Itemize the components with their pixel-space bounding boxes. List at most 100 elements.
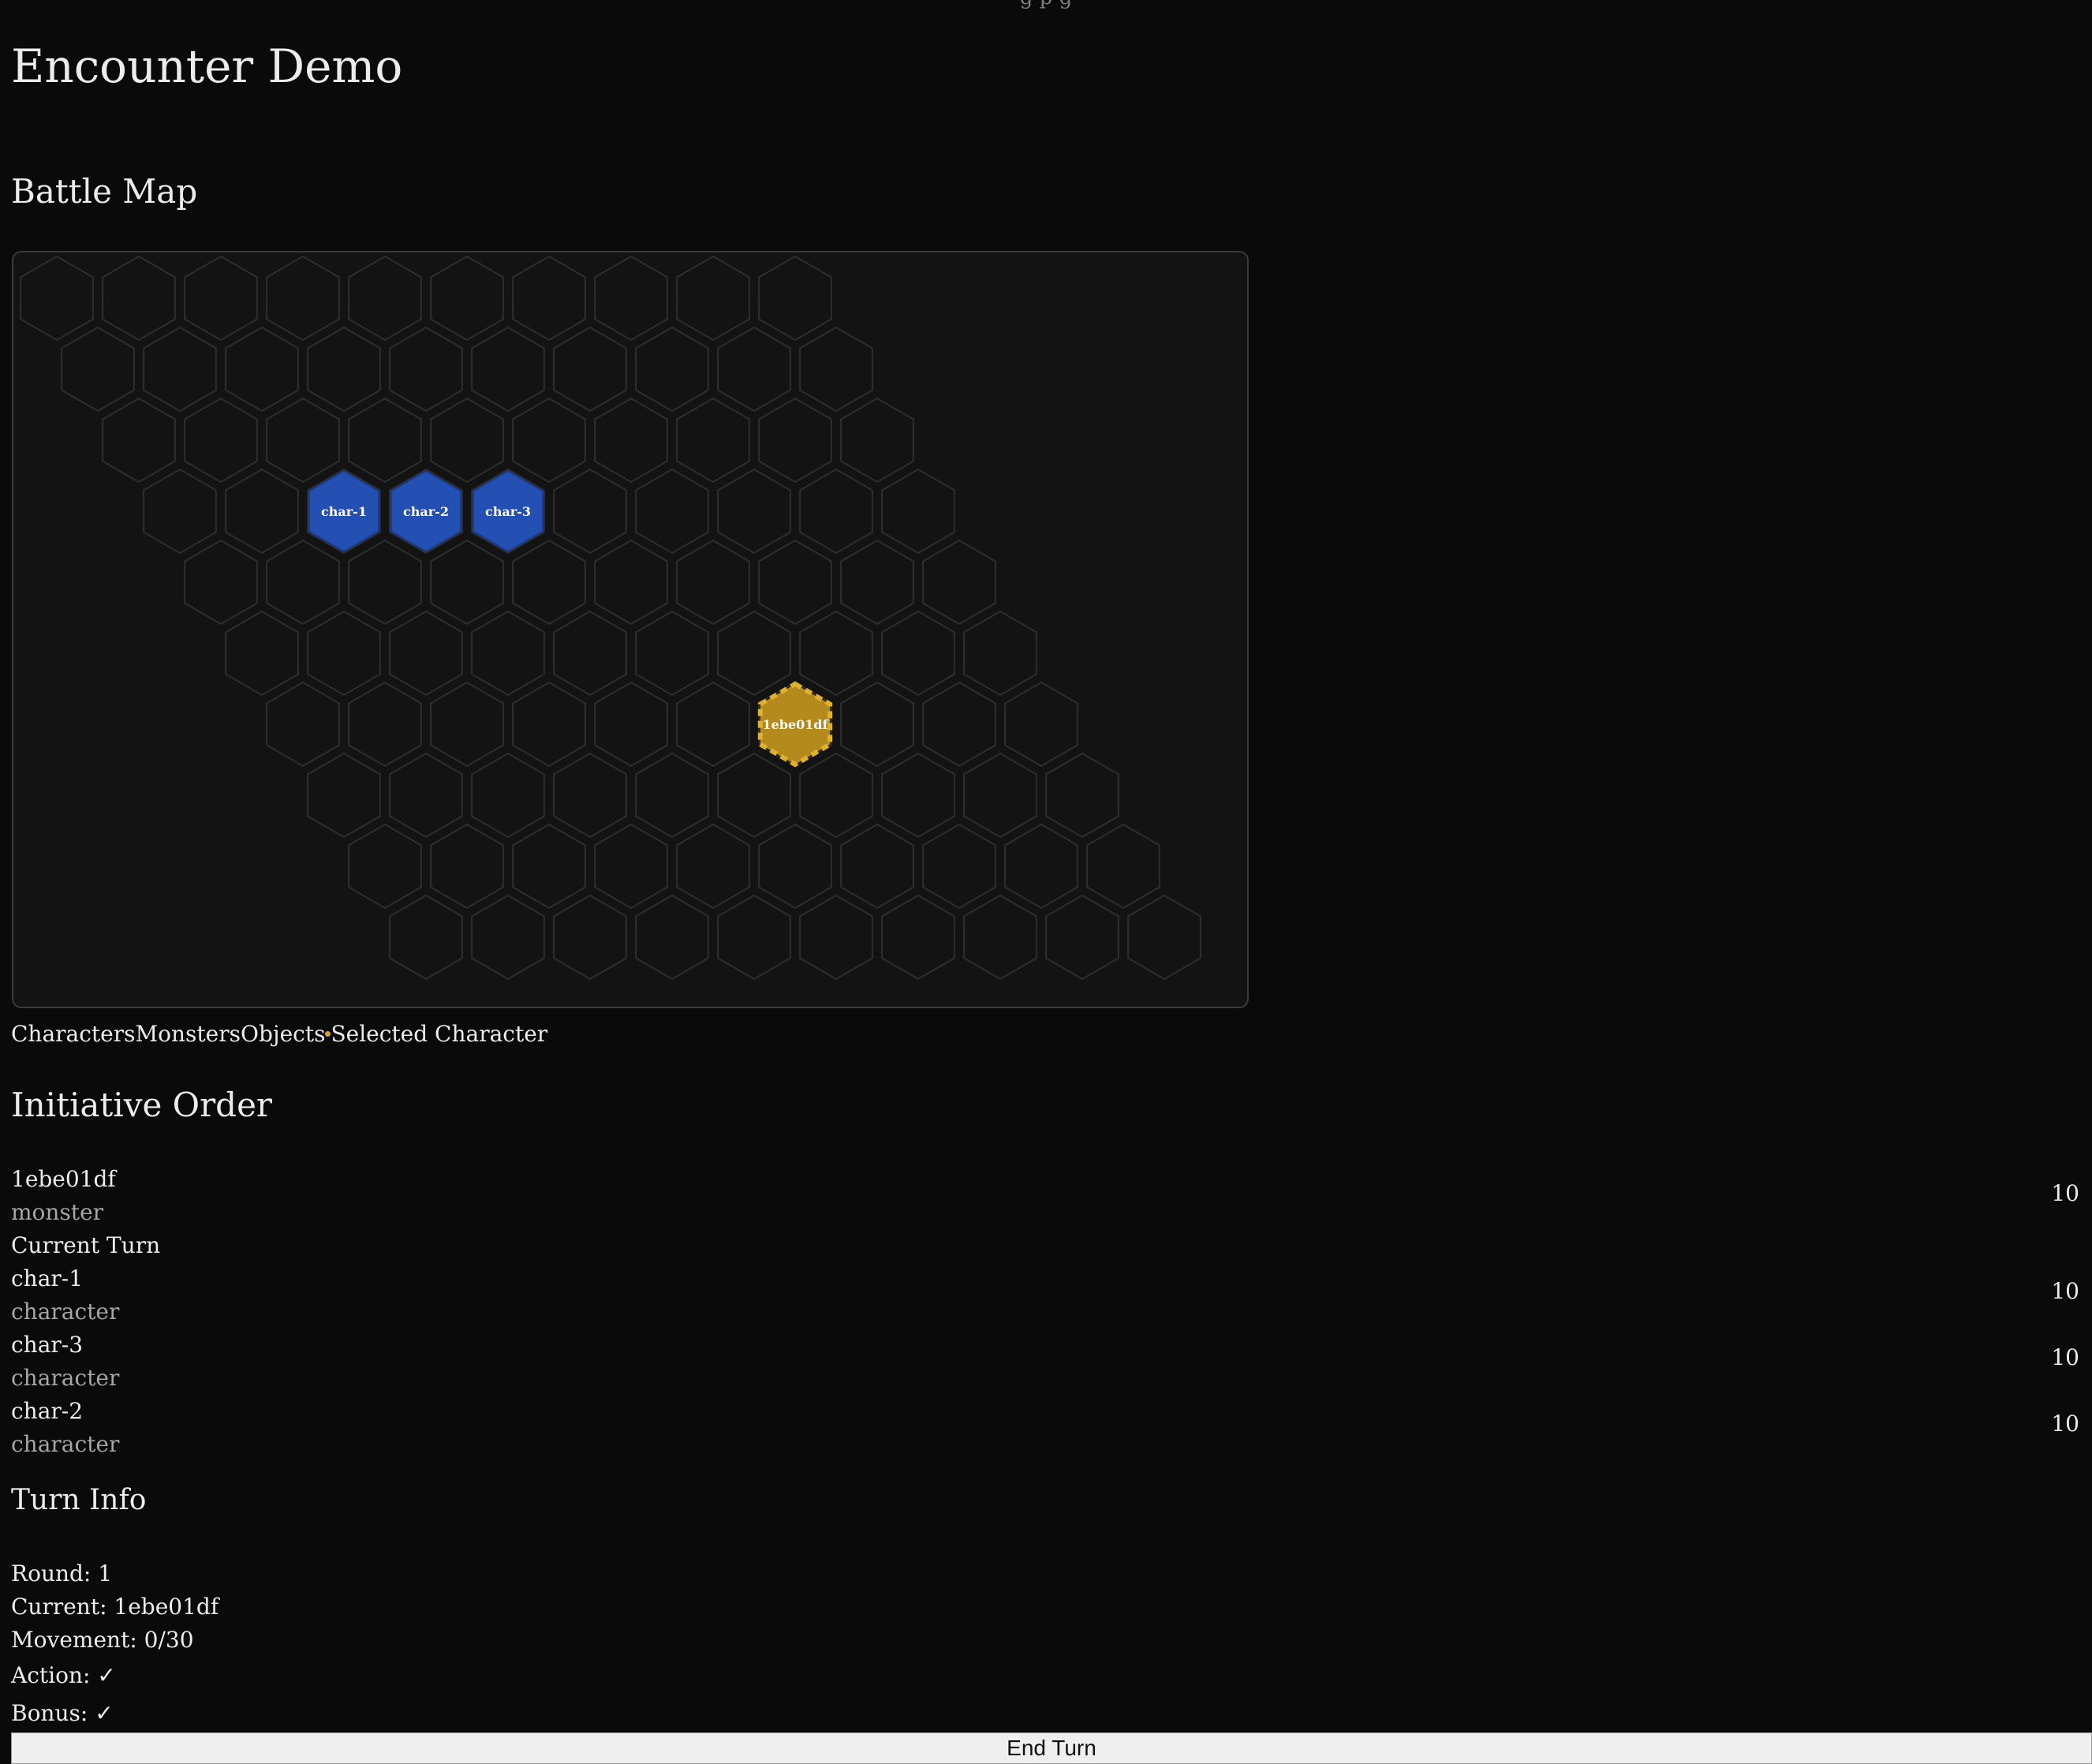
- hex-cell[interactable]: [307, 752, 381, 839]
- hex-cell[interactable]: [553, 752, 627, 839]
- end-turn-button[interactable]: End Turn: [11, 1732, 2092, 1764]
- hex-cell[interactable]: [512, 539, 586, 626]
- hex-cell[interactable]: [553, 468, 627, 555]
- hex-cell[interactable]: [184, 397, 258, 484]
- initiative-entry[interactable]: char-3 character 10: [11, 1329, 2081, 1395]
- hex-cell[interactable]: [922, 539, 996, 626]
- hex-cell[interactable]: [717, 468, 791, 555]
- hex-cell[interactable]: [676, 681, 750, 768]
- hex-cell[interactable]: [348, 255, 422, 342]
- hex-cell[interactable]: [758, 539, 832, 626]
- hex-cell[interactable]: [676, 397, 750, 484]
- hex-cell[interactable]: [61, 326, 135, 413]
- hex-cell[interactable]: [840, 539, 914, 626]
- hex-cell[interactable]: [389, 326, 463, 413]
- hex-cell[interactable]: [799, 894, 873, 981]
- hex-cell[interactable]: [594, 397, 668, 484]
- hex-cell[interactable]: [389, 610, 463, 697]
- hex-cell[interactable]: [430, 255, 504, 342]
- hex-cell[interactable]: [881, 468, 955, 555]
- hex-cell[interactable]: [471, 752, 545, 839]
- hex-cell[interactable]: [20, 255, 94, 342]
- hex-cell[interactable]: [635, 894, 709, 981]
- battle-map[interactable]: char-1 char-2 char-3 1ebe01df: [12, 251, 1249, 1008]
- hex-cell[interactable]: [799, 468, 873, 555]
- hex-cell[interactable]: [512, 397, 586, 484]
- hex-cell[interactable]: [102, 397, 176, 484]
- hex-cell[interactable]: [594, 681, 668, 768]
- hex-cell[interactable]: [430, 397, 504, 484]
- hex-cell[interactable]: [143, 468, 217, 555]
- hex-cell[interactable]: [635, 610, 709, 697]
- hex-cell[interactable]: [553, 894, 627, 981]
- hex-cell[interactable]: [963, 610, 1037, 697]
- hex-cell[interactable]: [635, 752, 709, 839]
- hex-cell[interactable]: [635, 326, 709, 413]
- hex-cell[interactable]: [1127, 894, 1201, 981]
- hex-cell[interactable]: [963, 894, 1037, 981]
- hex-cell[interactable]: [758, 397, 832, 484]
- hex-cell[interactable]: [471, 894, 545, 981]
- hex-cell[interactable]: [1086, 823, 1160, 910]
- hex-cell[interactable]: [430, 539, 504, 626]
- hex-cell[interactable]: [922, 681, 996, 768]
- hex-cell[interactable]: [594, 823, 668, 910]
- initiative-entry[interactable]: char-1 character 10: [11, 1262, 2081, 1329]
- hex-cell[interactable]: [594, 539, 668, 626]
- hex-cell[interactable]: [348, 823, 422, 910]
- hex-cell[interactable]: [1045, 752, 1119, 839]
- hex-cell[interactable]: [758, 823, 832, 910]
- hex-cell[interactable]: [840, 823, 914, 910]
- hex-cell[interactable]: [512, 681, 586, 768]
- hex-cell[interactable]: [512, 255, 586, 342]
- hex-cell[interactable]: [1004, 823, 1078, 910]
- hex-cell[interactable]: [430, 823, 504, 910]
- hex-cell[interactable]: [143, 326, 217, 413]
- hex-cell[interactable]: [676, 539, 750, 626]
- hex-cell[interactable]: [799, 326, 873, 413]
- hex-cell[interactable]: [184, 255, 258, 342]
- hex-cell[interactable]: [307, 326, 381, 413]
- hex-cell[interactable]: [717, 610, 791, 697]
- hex-cell[interactable]: [471, 610, 545, 697]
- hex-cell[interactable]: [840, 681, 914, 768]
- hex-cell[interactable]: [430, 681, 504, 768]
- hex-cell[interactable]: [717, 894, 791, 981]
- hex-cell[interactable]: [881, 894, 955, 981]
- hex-cell[interactable]: [963, 752, 1037, 839]
- hex-cell[interactable]: [881, 752, 955, 839]
- hex-cell[interactable]: [225, 468, 299, 555]
- hex-cell[interactable]: [389, 894, 463, 981]
- hex-cell[interactable]: [266, 681, 340, 768]
- hex-cell[interactable]: [266, 397, 340, 484]
- hex-cell[interactable]: [717, 752, 791, 839]
- hex-cell[interactable]: [676, 823, 750, 910]
- hex-cell[interactable]: [881, 610, 955, 697]
- hex-cell[interactable]: [717, 326, 791, 413]
- hex-cell[interactable]: [225, 326, 299, 413]
- hex-cell[interactable]: [512, 823, 586, 910]
- hex-cell[interactable]: [102, 255, 176, 342]
- hex-cell[interactable]: [635, 468, 709, 555]
- hex-cell[interactable]: [799, 752, 873, 839]
- hex-cell[interactable]: [307, 610, 381, 697]
- hex-cell[interactable]: [758, 255, 832, 342]
- initiative-entry[interactable]: 1ebe01df monster Current Turn 10: [11, 1163, 2081, 1262]
- hex-cell[interactable]: [594, 255, 668, 342]
- hex-cell[interactable]: [348, 539, 422, 626]
- hex-cell[interactable]: [553, 610, 627, 697]
- hex-cell[interactable]: [184, 539, 258, 626]
- hex-cell[interactable]: [553, 326, 627, 413]
- hex-cell[interactable]: [225, 610, 299, 697]
- hex-cell[interactable]: [471, 326, 545, 413]
- hex-cell[interactable]: [676, 255, 750, 342]
- hex-cell[interactable]: [266, 539, 340, 626]
- hex-cell[interactable]: [348, 681, 422, 768]
- hex-cell[interactable]: [348, 397, 422, 484]
- hex-cell[interactable]: [266, 255, 340, 342]
- hex-cell[interactable]: [389, 752, 463, 839]
- hex-grid[interactable]: char-1 char-2 char-3 1ebe01df: [13, 252, 1249, 1008]
- hex-cell[interactable]: [799, 610, 873, 697]
- hex-cell[interactable]: [840, 397, 914, 484]
- hex-cell[interactable]: [1004, 681, 1078, 768]
